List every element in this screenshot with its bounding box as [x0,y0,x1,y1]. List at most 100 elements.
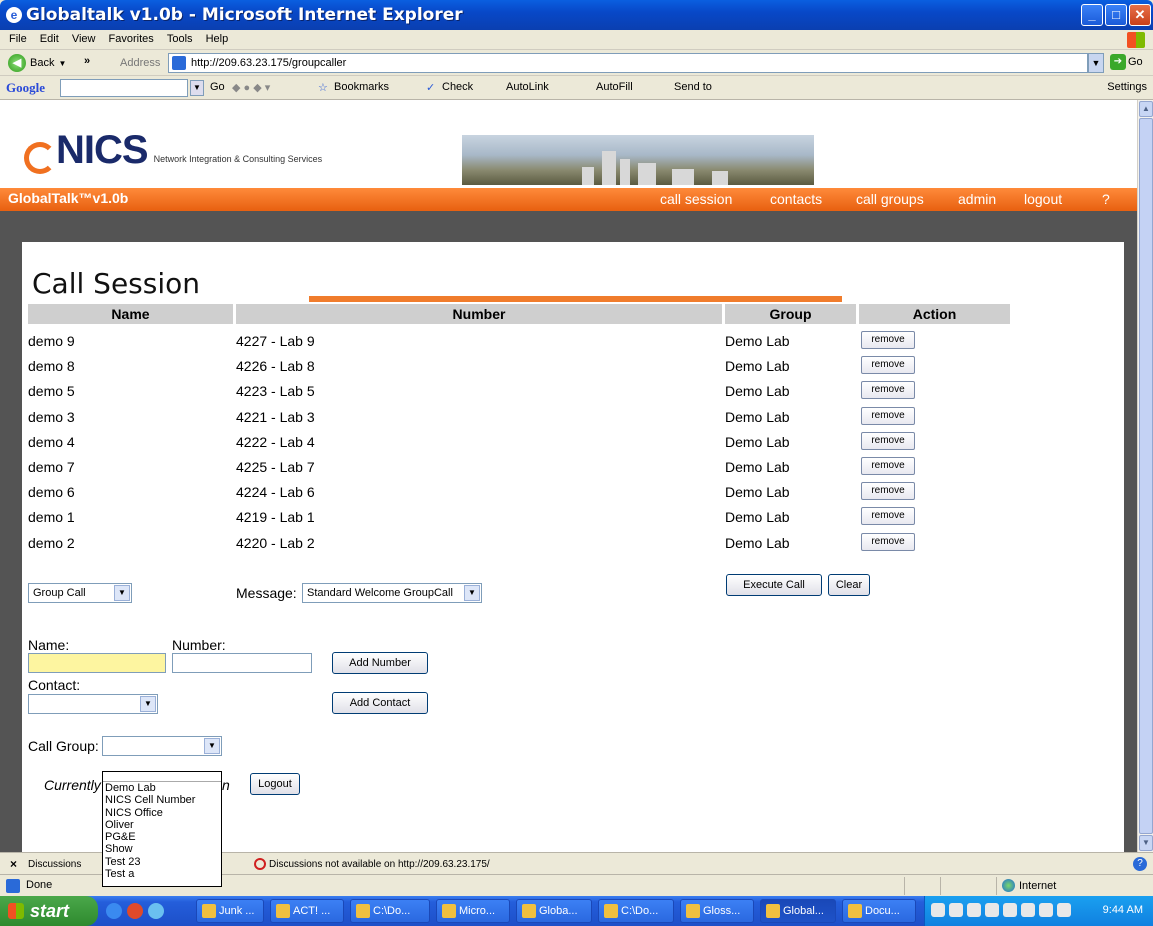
nav-help[interactable]: ? [1102,191,1110,207]
taskbar-button[interactable]: Gloss... [680,899,754,923]
minimize-button[interactable]: _ [1081,4,1103,26]
nav-call-groups[interactable]: call groups [856,191,924,207]
menu-help[interactable]: Help [201,30,234,48]
taskbar-button[interactable]: Global... [760,899,836,923]
call-group-option[interactable]: Demo Lab [103,782,221,794]
remove-button[interactable]: remove [861,532,915,551]
taskbar-button[interactable]: Junk ... [196,899,264,923]
cell-group: Demo Lab [725,509,790,526]
vertical-scrollbar[interactable]: ▲ ▼ [1137,100,1153,852]
check-button[interactable]: Check [442,81,473,93]
call-type-select[interactable]: Group Call ▼ [28,583,132,603]
autolink-button[interactable]: AutoLink [506,81,549,93]
back-button[interactable]: ◀ Back ▼ [8,53,66,73]
name-input[interactable] [28,653,166,673]
taskbar-button[interactable]: C:\Do... [598,899,674,923]
tray-icon[interactable] [949,903,963,917]
tray-icon[interactable] [985,903,999,917]
menu-view[interactable]: View [67,30,101,48]
address-dropdown[interactable]: ▼ [1088,53,1104,73]
settings-button[interactable]: Settings [1107,81,1147,93]
tray-icon[interactable] [967,903,981,917]
google-go-button[interactable]: Go [210,81,225,93]
scroll-down-icon[interactable]: ▼ [1139,835,1153,851]
nav-admin[interactable]: admin [958,191,996,207]
taskbar-button[interactable]: Globa... [516,899,592,923]
tray-icon[interactable] [1021,903,1035,917]
go-button[interactable]: ➔ Go [1110,54,1143,70]
remove-button[interactable]: remove [861,356,915,375]
menu-tools[interactable]: Tools [162,30,198,48]
remove-button[interactable]: remove [861,482,915,501]
menu-file[interactable]: File [4,30,32,48]
toolbar-chevron-icon[interactable]: » [84,55,90,67]
address-url: http://209.63.23.175/groupcaller [191,57,347,69]
currently-text-tail: n [222,777,230,793]
maximize-button[interactable]: □ [1105,4,1127,26]
number-input[interactable] [172,653,312,673]
page-title: Call Session [32,267,200,300]
tray-icon[interactable] [1057,903,1071,917]
remove-button[interactable]: remove [861,457,915,475]
nav-logout[interactable]: logout [1024,191,1062,207]
call-group-option[interactable]: NICS Cell Number [103,794,221,806]
remove-button[interactable]: remove [861,381,915,400]
autofill-button[interactable]: AutoFill [596,81,633,93]
discussions-button[interactable]: Discussions [28,859,81,870]
call-group-option[interactable]: Test a [103,868,221,880]
call-group-option[interactable]: Test 23 [103,856,221,868]
call-type-value: Group Call [33,587,86,599]
taskbar-button[interactable]: Docu... [842,899,916,923]
google-icons[interactable]: ◆ ● ◆ ▾ [232,81,270,94]
scroll-up-icon[interactable]: ▲ [1139,101,1153,117]
tray-icon[interactable] [1003,903,1017,917]
call-group-option[interactable]: NICS Office [103,807,221,819]
tray-icon[interactable] [1039,903,1053,917]
bookmarks-button[interactable]: Bookmarks [334,81,389,93]
contact-select[interactable]: ▼ [28,694,158,714]
app-icon [766,904,780,918]
close-discussions-icon[interactable]: × [10,857,17,871]
start-button[interactable]: start [0,896,98,926]
remove-button[interactable]: remove [861,331,915,349]
logout-button[interactable]: Logout [250,773,300,795]
app-quicklaunch-icon[interactable] [127,903,143,919]
menu-edit[interactable]: Edit [35,30,64,48]
help-icon[interactable]: ? [1133,857,1147,871]
remove-button[interactable]: remove [861,431,915,450]
cell-name: demo 9 [28,333,75,349]
site-header: NICS Network Integration & Consulting Se… [0,100,1137,188]
clear-button[interactable]: Clear [828,574,870,596]
call-group-option-blank[interactable] [103,772,221,782]
call-group-option[interactable]: PG&E [103,831,221,843]
app-quicklaunch-icon[interactable] [148,903,164,919]
column-header-number: Number [236,304,722,324]
nics-logo-icon [22,138,56,174]
execute-call-button[interactable]: Execute Call [726,574,822,596]
taskbar-button[interactable]: C:\Do... [350,899,430,923]
google-search-input[interactable] [60,79,188,97]
call-group-option[interactable]: Show [103,843,221,855]
menu-bar: File Edit View Favorites Tools Help [0,30,1153,50]
taskbar-button[interactable]: Micro... [436,899,510,923]
address-input[interactable]: http://209.63.23.175/groupcaller [168,53,1088,73]
nav-call-session[interactable]: call session [660,191,732,207]
sendto-button[interactable]: Send to [674,81,712,93]
remove-button[interactable]: remove [861,406,915,425]
tray-icon[interactable] [931,903,945,917]
add-contact-button[interactable]: Add Contact [332,692,428,714]
message-select[interactable]: Standard Welcome GroupCall ▼ [302,583,482,603]
nav-contacts[interactable]: contacts [770,191,822,207]
close-button[interactable]: ✕ [1129,4,1151,26]
scroll-thumb[interactable] [1139,118,1153,834]
add-number-button[interactable]: Add Number [332,652,428,674]
call-group-option[interactable]: Oliver [103,819,221,831]
menu-favorites[interactable]: Favorites [104,30,159,48]
taskbar-button[interactable]: ACT! ... [270,899,344,923]
taskbar-button-label: Globa... [539,905,578,917]
ie-quicklaunch-icon[interactable] [106,903,122,919]
google-search-dropdown[interactable]: ▼ [190,80,204,96]
remove-button[interactable]: remove [861,507,915,526]
tray-icons [931,903,1071,917]
call-group-select[interactable]: ▼ [102,736,222,756]
